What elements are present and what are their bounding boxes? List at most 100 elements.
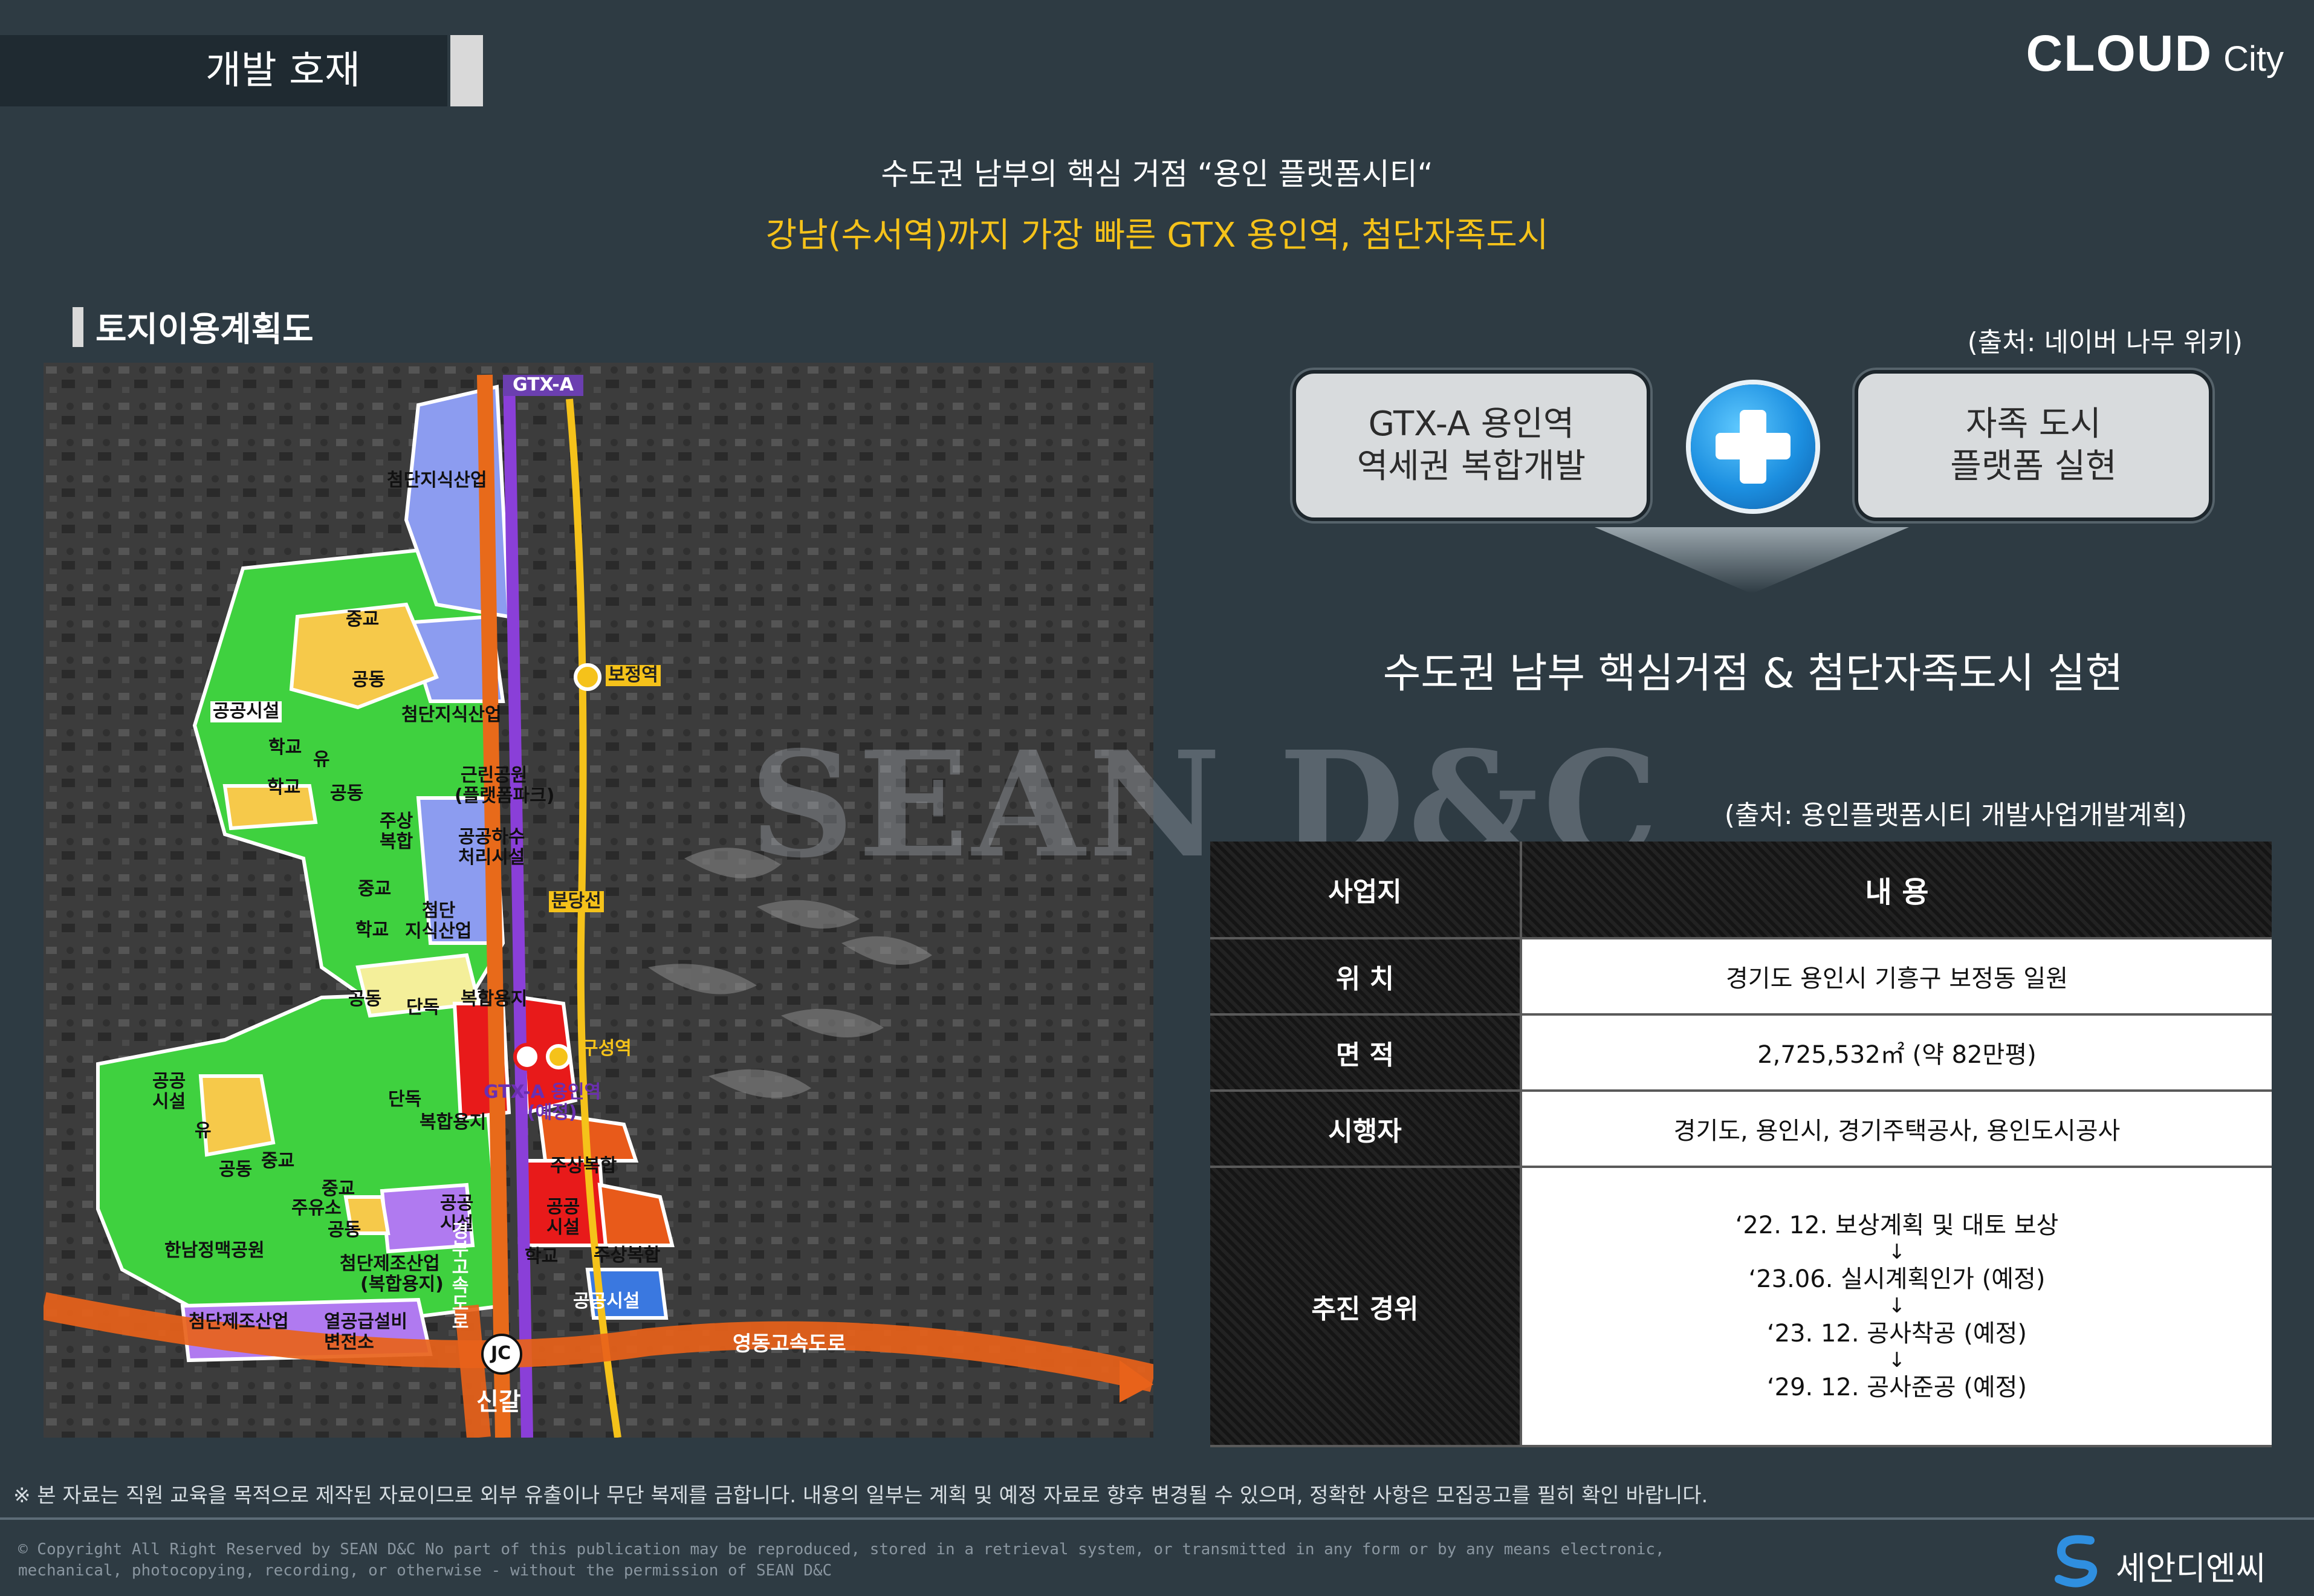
map-label-public-3: 공공	[440, 1193, 474, 1214]
map-label-public-facility-1: 공공시설	[210, 701, 282, 722]
headline-secondary: 강남(수서역)까지 가장 빠른 GTX 용인역, 첨단자족도시	[765, 216, 1549, 255]
map-label-mixed-1: 주상	[380, 811, 413, 832]
timeline-arrow-icon: ↓	[1888, 1348, 1906, 1372]
map-label-public-4b: 시설	[546, 1217, 580, 1238]
table-header-content: 내 용	[1521, 842, 2272, 939]
map-label-gtx-yongin: GTX-A 용인역	[484, 1082, 601, 1103]
goal-statement: 수도권 남부 핵심거점 & 첨단자족도시 실현	[1382, 650, 2124, 698]
map-label-public-facility-5: 공공시설	[573, 1291, 640, 1312]
map-label-housing-1: 공동	[352, 669, 386, 690]
map-label-bojeong-station: 보정역	[606, 664, 661, 686]
table-row-label-location: 위 치	[1210, 938, 1522, 1016]
timeline-item: ‘22. 12. 보상계획 및 대토 보상	[1735, 1211, 2059, 1239]
map-label-tech-industry-top: 첨단지식산업	[387, 470, 487, 491]
map-label-bundang-line: 분당선	[549, 890, 604, 912]
headline-primary: 수도권 남부의 핵심 거점 “용인 플랫폼시티“	[881, 157, 1433, 192]
map-label-middle-school-1: 중교	[346, 609, 380, 630]
copyright-notice: © Copyright All Right Reserved by SEAN D…	[18, 1540, 1665, 1580]
timeline-item: ‘23. 12. 공사착공 (예정)	[1766, 1319, 2027, 1348]
source-note-table: (출처: 용인플랫폼시티 개발사업개발계획)	[1724, 800, 2187, 831]
map-label-housing-3: 공동	[348, 988, 382, 1010]
table-row-label-developer: 시행자	[1210, 1091, 1522, 1168]
timeline-arrow-icon: ↓	[1888, 1294, 1906, 1319]
timeline-arrow-icon: ↓	[1888, 1239, 1906, 1264]
disclaimer: ※ 본 자료는 직원 교육을 목적으로 제작된 자료이므로 외부 유출이나 무단…	[13, 1484, 1708, 1508]
map-label-housing-4: 공동	[219, 1159, 253, 1180]
pill-right-line2: 플랫폼 실현	[1950, 447, 2117, 486]
pill-left-line1: GTX-A 용인역	[1368, 404, 1575, 444]
map-label-gtx-yongin-sub: (예정)	[527, 1102, 577, 1123]
map-label-detached-1: 단독	[406, 997, 440, 1018]
map-label-mixed-use-2: 복합용지	[420, 1112, 487, 1133]
map-label-gas-station: 주유소	[291, 1198, 342, 1219]
map-label-public-2: 공공	[152, 1071, 186, 1092]
pill-right-line1: 자족 도시	[1966, 404, 2101, 444]
map-label-tech-2: 첨단	[422, 900, 456, 921]
map-label-substation: 변전소	[324, 1332, 374, 1353]
map-label-detached-2: 단독	[388, 1089, 422, 1110]
table-header-site: 사업지	[1210, 842, 1522, 939]
map-label-mixed-3: 주상복합	[594, 1245, 661, 1266]
map-label-tech-industry-mid: 첨단지식산업	[401, 704, 502, 725]
map-label-expressway-east: 영동고속도로	[733, 1332, 846, 1356]
land-use-title-bar	[73, 307, 83, 347]
map-label-sewage: 공공하수	[458, 826, 525, 848]
map-label-mixed-use-1: 복합용지	[461, 988, 528, 1010]
map-label-public-2b: 시설	[152, 1091, 186, 1112]
map-label-middle-school-2: 중교	[358, 878, 392, 900]
map-label-school-kinder-1: 학교	[268, 737, 302, 758]
map-label-kinder-1: 유	[313, 749, 330, 770]
pill-self-sufficient-city: 자족 도시 플랫폼 실현	[1855, 370, 2212, 521]
footer-divider	[0, 1517, 2314, 1520]
map-label-hannam-park: 한남정맥공원	[164, 1240, 265, 1261]
table-row-value-developer: 경기도, 용인시, 경기주택공사, 용인도시공사	[1521, 1091, 2272, 1168]
plus-icon-bar-v	[1740, 410, 1766, 484]
map-label-sewage-b: 처리시설	[458, 847, 525, 868]
header-tab-accent	[450, 35, 483, 106]
map-label-tech-2b: 지식산업	[405, 921, 472, 942]
table-row: 위 치 경기도 용인시 기흥구 보정동 일원	[1210, 938, 2272, 1016]
map-label-jc: JC	[491, 1343, 511, 1364]
brand-sub: City	[2223, 39, 2284, 79]
map-label-park: 근린공원	[461, 765, 528, 786]
map-label-school-3: 학교	[525, 1246, 559, 1267]
section-title: 개발 호재	[206, 48, 360, 93]
gtx-a-label: GTX-A	[503, 374, 583, 396]
table-row-value-area: 2,725,532㎡ (약 82만평)	[1521, 1014, 2272, 1092]
map-label-guseong-station: 구성역	[582, 1038, 632, 1059]
map-label-school-2: 학교	[355, 920, 389, 941]
pill-left-line2: 역세권 복합개발	[1356, 447, 1586, 486]
map-label-expressway-north: 경부고속도로	[447, 1221, 469, 1330]
table-row-value-location: 경기도 용인시 기흥구 보정동 일원	[1521, 938, 2272, 1016]
down-arrow-icon	[1595, 527, 1909, 594]
table-row-label-timeline: 추진 경위	[1210, 1167, 1522, 1447]
table-row: 시행자 경기도, 용인시, 경기주택공사, 용인도시공사	[1210, 1091, 2272, 1168]
map-label-middle-school-3: 중교	[261, 1150, 295, 1172]
table-row-timeline: 추진 경위 ‘22. 12. 보상계획 및 대토 보상 ↓ ‘23.06. 실시…	[1210, 1167, 2272, 1447]
timeline-item: ‘23.06. 실시계획인가 (예정)	[1748, 1265, 2046, 1294]
land-use-map: GTX-A 첨단지식산업 중교 공동 공공시설 첨단지식산업 학교 유 학교 공…	[44, 363, 1153, 1438]
company-name: 세안디엔씨	[2116, 1549, 2266, 1588]
table-row: 면 적 2,725,532㎡ (약 82만평)	[1210, 1014, 2272, 1092]
land-use-title: 토지이용계획도	[96, 310, 314, 349]
table-header-row: 사업지 내 용	[1210, 842, 2272, 939]
map-label-tech-manufacture-b: (복합용지)	[360, 1274, 444, 1295]
map-label-heat-supply: 열공급설비	[324, 1311, 407, 1332]
table-row-label-area: 면 적	[1210, 1014, 1522, 1092]
map-label-singal: 신갈	[476, 1388, 521, 1416]
map-label-kinder-2: 유	[195, 1120, 212, 1141]
brand-logo: CLOUD City	[2026, 24, 2284, 83]
brand-main: CLOUD	[2026, 25, 2213, 82]
source-note-top: (출처: 네이버 나무 위키)	[1967, 327, 2243, 358]
map-label-middle-school-4: 중교	[322, 1178, 355, 1199]
map-label-park-sub: (플랫폼파크)	[455, 785, 555, 806]
map-label-housing-2: 공동	[330, 783, 364, 804]
map-label-tech-manufacture: 첨단제조산업	[340, 1253, 440, 1274]
map-label-public-4: 공공	[546, 1196, 580, 1218]
map-label-mixed-1b: 복합	[380, 831, 413, 852]
timeline-list: ‘22. 12. 보상계획 및 대토 보상 ↓ ‘23.06. 실시계획인가 (…	[1521, 1167, 2272, 1447]
company-logo-icon	[2055, 1535, 2098, 1588]
map-label-housing-5: 공동	[328, 1219, 361, 1241]
pill-gtx-development: GTX-A 용인역 역세권 복합개발	[1292, 370, 1650, 521]
timeline-item: ‘29. 12. 공사준공 (예정)	[1766, 1374, 2027, 1402]
